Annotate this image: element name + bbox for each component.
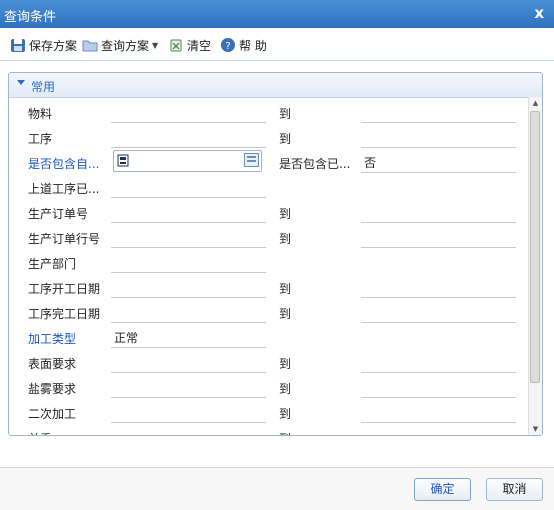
include-auto-select[interactable] [113, 150, 262, 172]
process-from-input[interactable] [111, 124, 266, 148]
help-icon: ? [221, 38, 235, 52]
to-label: 到 [279, 307, 292, 321]
prod-dept-input[interactable] [111, 249, 266, 273]
clear-label: 清空 [187, 38, 212, 53]
include-done-select[interactable]: 否 [361, 149, 516, 173]
dialog-footer: 确定 取消 [0, 467, 554, 510]
common-conditions-panel: 常用 物料 到 工序 到 是否包含自... 是否包含已... 否 上道工序已..… [8, 72, 543, 436]
clear-button[interactable]: 清空 [168, 36, 211, 54]
toolbar: 保存方案 查询方案 ▼ 清空 ? 帮 助 [0, 28, 554, 61]
proc-type-label[interactable]: 加工类型 [28, 330, 76, 347]
clear-icon [170, 39, 182, 52]
finish-date-label: 工序完工日期 [28, 307, 101, 321]
picker-icon [117, 154, 129, 167]
section-title: 常用 [31, 80, 56, 94]
start-date-from-input[interactable] [111, 274, 266, 298]
prod-order-label: 生产订单号 [28, 207, 89, 221]
to-label: 到 [279, 207, 292, 221]
query-conditions-dialog: 查询条件 x 保存方案 查询方案 ▼ 清空 ? 帮 助 常用 物料 到 工序 到… [0, 0, 554, 510]
salt-spray-from-input[interactable] [111, 374, 266, 398]
process-to-input[interactable] [361, 124, 516, 148]
material-to-input[interactable] [361, 99, 516, 123]
start-date-to-input[interactable] [361, 274, 516, 298]
row-prod-dept: 生产部门 [9, 249, 528, 274]
proc-type-select[interactable]: 正常 [111, 324, 266, 348]
start-date-label: 工序开工日期 [28, 282, 101, 296]
scroll-down-arrow-icon[interactable]: ▼ [529, 423, 542, 435]
row-prev-process: 上道工序已... [9, 174, 528, 199]
row-prod-order-line: 生产订单行号 到 [9, 224, 528, 249]
save-scheme-label: 保存方案 [29, 38, 78, 53]
prod-order-to-input[interactable] [361, 199, 516, 223]
condition-rows: 物料 到 工序 到 是否包含自... 是否包含已... 否 上道工序已... 生… [9, 97, 528, 435]
salt-spray-to-input[interactable] [361, 374, 516, 398]
to-label: 到 [279, 382, 292, 396]
prod-order-from-input[interactable] [111, 199, 266, 223]
proc-type-value: 正常 [114, 331, 139, 345]
query-scheme-label: 查询方案 [101, 38, 150, 53]
scroll-up-arrow-icon[interactable]: ▲ [529, 97, 542, 109]
row-process: 工序 到 [9, 124, 528, 149]
prod-order-line-to-input[interactable] [361, 224, 516, 248]
close-icon[interactable]: x [534, 4, 544, 22]
dialog-title: 查询条件 [4, 10, 57, 25]
title-bar: 查询条件 x [0, 0, 554, 28]
prod-order-line-from-input[interactable] [111, 224, 266, 248]
secondary-label: 二次加工 [28, 407, 77, 421]
to-label: 到 [279, 407, 292, 421]
folder-icon [82, 40, 98, 52]
save-icon [11, 39, 25, 52]
row-prod-order: 生产订单号 到 [9, 199, 528, 224]
include-done-label: 是否包含已... [279, 157, 351, 171]
row-include: 是否包含自... 是否包含已... 否 [9, 149, 528, 174]
prev-process-input[interactable] [111, 174, 266, 198]
finish-date-from-input[interactable] [111, 299, 266, 323]
to-label: 到 [279, 132, 292, 146]
row-start-date: 工序开工日期 到 [9, 274, 528, 299]
help-button[interactable]: ? 帮 助 [220, 36, 267, 54]
unit-weight-label: 单重 [28, 430, 52, 435]
row-unit-weight: 单重 到 [9, 424, 528, 435]
to-label: 到 [279, 430, 291, 435]
prod-order-line-label: 生产订单行号 [28, 232, 101, 246]
material-label: 物料 [28, 107, 53, 121]
row-material: 物料 到 [9, 99, 528, 124]
prev-process-label: 上道工序已... [28, 182, 100, 196]
to-label: 到 [279, 357, 292, 371]
section-header[interactable]: 常用 [9, 73, 542, 98]
surface-to-input[interactable] [361, 349, 516, 373]
save-scheme-button[interactable]: 保存方案 [10, 36, 77, 54]
row-finish-date: 工序完工日期 到 [9, 299, 528, 324]
include-done-value: 否 [364, 156, 377, 170]
vertical-scrollbar[interactable]: ▲ ▼ [528, 97, 542, 435]
prod-dept-label: 生产部门 [28, 257, 77, 271]
to-label: 到 [279, 282, 292, 296]
process-label: 工序 [28, 132, 53, 146]
to-label: 到 [279, 107, 292, 121]
svg-text:?: ? [225, 41, 230, 52]
salt-spray-label: 盐雾要求 [28, 382, 77, 396]
finish-date-to-input[interactable] [361, 299, 516, 323]
query-scheme-button[interactable]: 查询方案 ▼ [82, 36, 158, 54]
row-surface: 表面要求 到 [9, 349, 528, 374]
material-from-input[interactable] [111, 99, 266, 123]
scrollbar-thumb[interactable] [530, 111, 540, 383]
to-label: 到 [279, 232, 292, 246]
secondary-from-input[interactable] [111, 399, 266, 423]
unit-weight-from-input[interactable] [111, 424, 266, 435]
cancel-button[interactable]: 取消 [486, 478, 543, 501]
row-secondary: 二次加工 到 [9, 399, 528, 424]
surface-label: 表面要求 [28, 357, 77, 371]
secondary-to-input[interactable] [361, 399, 516, 423]
help-label: 帮 助 [239, 38, 267, 53]
surface-from-input[interactable] [111, 349, 266, 373]
row-salt-spray: 盐雾要求 到 [9, 374, 528, 399]
include-auto-label[interactable]: 是否包含自... [28, 155, 99, 172]
ok-button[interactable]: 确定 [414, 478, 471, 501]
collapse-triangle-icon [17, 80, 25, 85]
row-proc-type: 加工类型 正常 [9, 324, 528, 349]
unit-weight-to-input[interactable] [361, 424, 516, 435]
chevron-down-icon: ▼ [152, 40, 159, 50]
lookup-icon[interactable] [244, 153, 259, 167]
